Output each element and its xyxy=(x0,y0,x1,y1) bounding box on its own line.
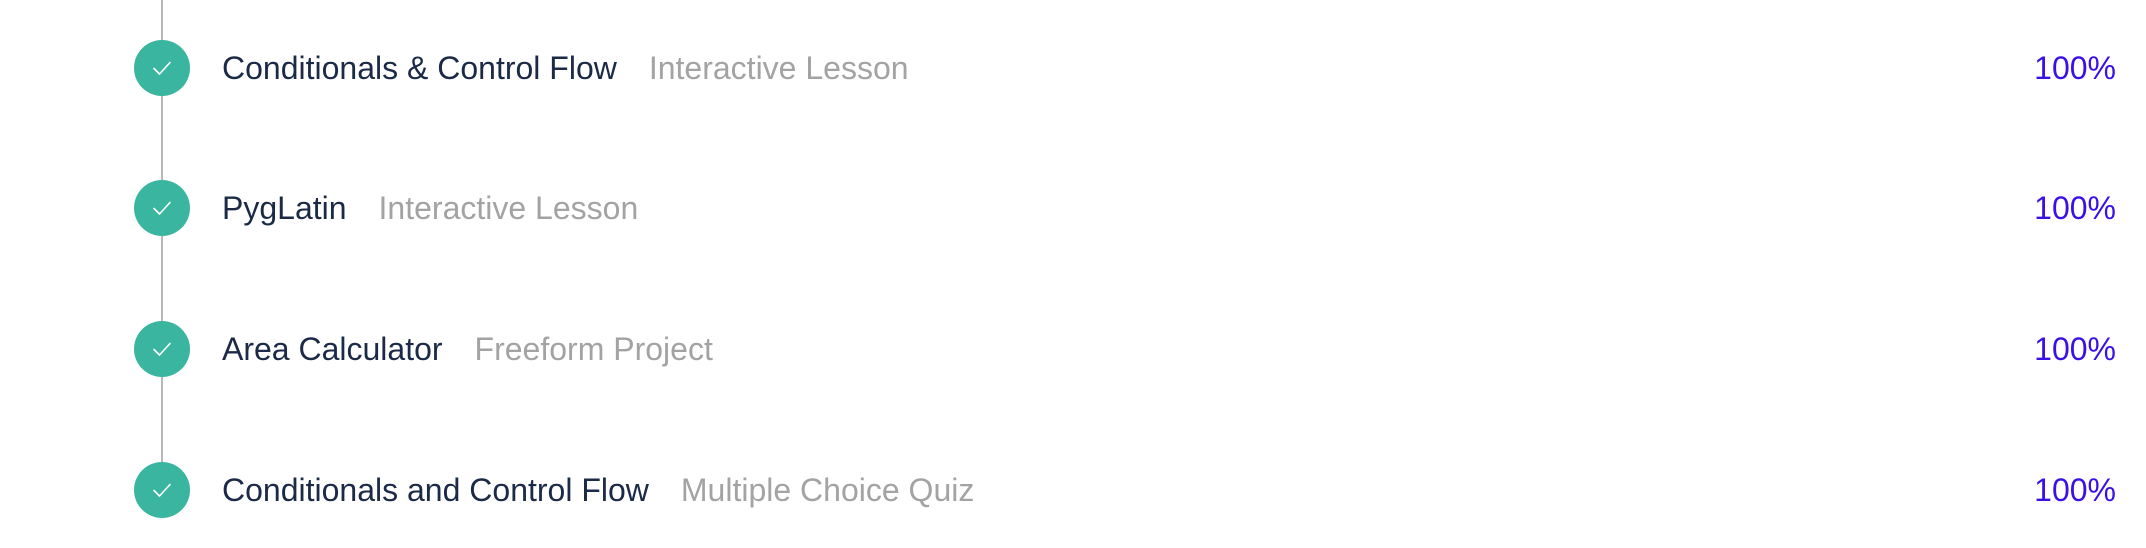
syllabus-item-progress: 100% xyxy=(2034,49,2116,86)
syllabus-item-title[interactable]: Conditionals and Control Flow xyxy=(222,472,649,509)
syllabus-item[interactable]: Area Calculator Freeform Project 100% xyxy=(0,309,2146,389)
syllabus-item-type: Freeform Project xyxy=(474,330,713,367)
checkmark-icon xyxy=(134,180,190,236)
syllabus-item-heading: Conditionals and Control Flow Multiple C… xyxy=(222,472,974,509)
checkmark-icon xyxy=(134,321,190,377)
syllabus-timeline: Conditionals & Control Flow Interactive … xyxy=(0,0,2146,548)
syllabus-item[interactable]: PygLatin Interactive Lesson 100% xyxy=(0,168,2146,248)
syllabus-item-heading: Area Calculator Freeform Project xyxy=(222,331,713,368)
syllabus-item-title[interactable]: Area Calculator xyxy=(222,331,443,368)
syllabus-item[interactable]: Conditionals and Control Flow Multiple C… xyxy=(0,450,2146,530)
syllabus-item-heading: PygLatin Interactive Lesson xyxy=(222,190,638,227)
syllabus-item-type: Multiple Choice Quiz xyxy=(680,471,975,508)
syllabus-item-type: Interactive Lesson xyxy=(648,49,909,86)
checkmark-icon xyxy=(134,462,190,518)
syllabus-item[interactable]: Conditionals & Control Flow Interactive … xyxy=(0,28,2146,108)
syllabus-item-type: Interactive Lesson xyxy=(378,189,639,226)
syllabus-item-title[interactable]: Conditionals & Control Flow xyxy=(222,50,617,87)
syllabus-item-heading: Conditionals & Control Flow Interactive … xyxy=(222,50,909,87)
syllabus-item-progress: 100% xyxy=(2034,189,2116,226)
syllabus-item-progress: 100% xyxy=(2034,330,2116,367)
syllabus-item-title[interactable]: PygLatin xyxy=(222,190,347,227)
checkmark-icon xyxy=(134,40,190,96)
syllabus-item-progress: 100% xyxy=(2034,471,2116,508)
